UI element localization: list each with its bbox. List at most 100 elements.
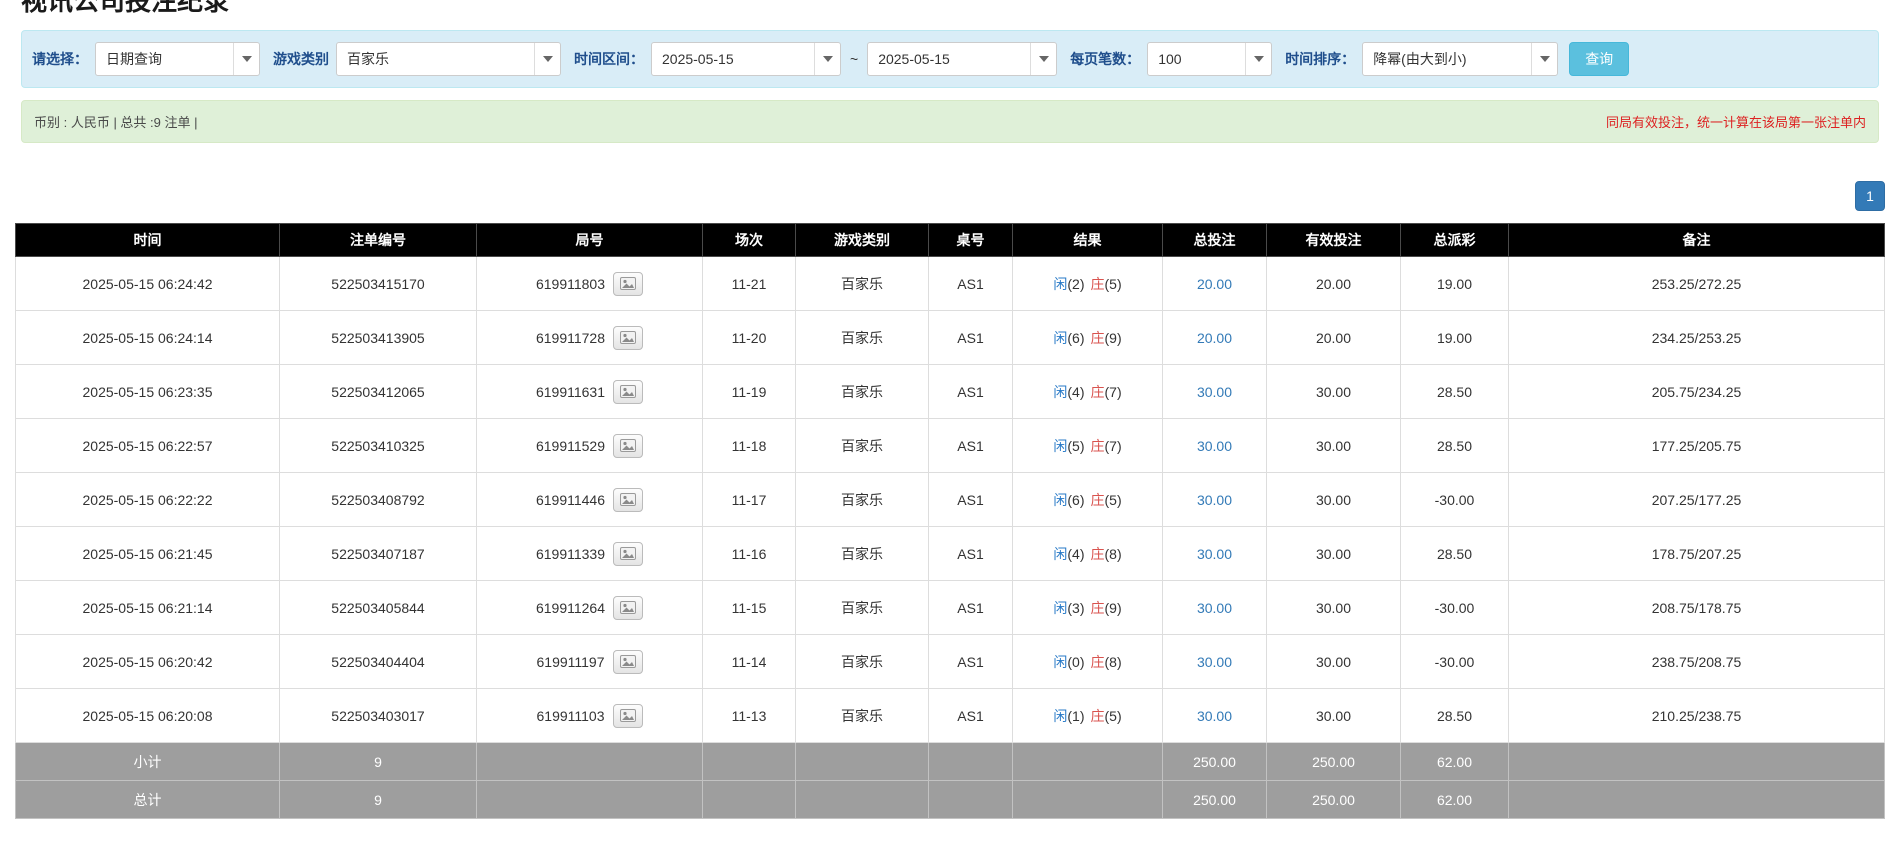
date-from-value: 2025-05-15 <box>662 51 734 67</box>
header-remark: 备注 <box>1509 224 1885 257</box>
date-from-select[interactable]: 2025-05-15 <box>651 42 841 76</box>
cell-round-id: 619911728 <box>477 311 703 365</box>
page-size-label: 每页笔数： <box>1070 49 1140 69</box>
cell-table-no: AS1 <box>929 527 1013 581</box>
cell-round-id: 619911103 <box>477 689 703 743</box>
result-player: 闲 <box>1053 546 1067 562</box>
cell-result: 闲(6)庄(5) <box>1013 473 1163 527</box>
cell-remark: 253.25/272.25 <box>1509 257 1885 311</box>
summary-bar: 币别 : 人民币 | 总共 :9 注单 | 同局有效投注，统一计算在该局第一张注… <box>21 100 1879 143</box>
query-type-select[interactable]: 日期查询 <box>95 42 260 76</box>
cell-bet-id: 522503413905 <box>280 311 477 365</box>
page-button-1[interactable]: 1 <box>1855 181 1885 211</box>
cell-round-id: 619911264 <box>477 581 703 635</box>
roadmap-icon-button[interactable] <box>613 434 643 458</box>
total-bet-link[interactable]: 30.00 <box>1197 654 1232 670</box>
total-bet-link[interactable]: 20.00 <box>1197 276 1232 292</box>
cell-payout: 28.50 <box>1401 365 1509 419</box>
total-bet-link[interactable]: 30.00 <box>1197 600 1232 616</box>
time-sort-value: 降幂(由大到小) <box>1373 49 1466 69</box>
total-bet-link[interactable]: 30.00 <box>1197 492 1232 508</box>
cell-session: 11-21 <box>703 257 796 311</box>
result-player: 闲 <box>1053 492 1067 508</box>
roadmap-icon-button[interactable] <box>613 542 643 566</box>
total-valid-bet: 250.00 <box>1267 781 1401 819</box>
cell-total-bet: 20.00 <box>1163 257 1267 311</box>
total-bet-link[interactable]: 30.00 <box>1197 384 1232 400</box>
roadmap-icon <box>620 547 636 560</box>
cell-time: 2025-05-15 06:22:22 <box>16 473 280 527</box>
cell-remark: 177.25/205.75 <box>1509 419 1885 473</box>
round-id-text: 619911103 <box>537 708 605 724</box>
header-session: 场次 <box>703 224 796 257</box>
records-table: 时间 注单编号 局号 场次 游戏类别 桌号 结果 总投注 有效投注 总派彩 备注… <box>15 223 1885 819</box>
cell-valid-bet: 30.00 <box>1267 473 1401 527</box>
cell-session: 11-14 <box>703 635 796 689</box>
result-player: 闲 <box>1053 708 1067 724</box>
cell-bet-id: 522503415170 <box>280 257 477 311</box>
roadmap-icon <box>620 493 636 506</box>
cell-result: 闲(4)庄(8) <box>1013 527 1163 581</box>
cell-bet-id: 522503408792 <box>280 473 477 527</box>
page-size-select[interactable]: 100 <box>1147 42 1272 76</box>
cell-game-type: 百家乐 <box>796 635 929 689</box>
summary-currency-count: 币别 : 人民币 | 总共 :9 注单 | <box>34 112 198 131</box>
roadmap-icon-button[interactable] <box>613 488 643 512</box>
time-sort-select[interactable]: 降幂(由大到小) <box>1362 42 1558 76</box>
roadmap-icon-button[interactable] <box>613 704 643 728</box>
roadmap-icon-button[interactable] <box>613 326 643 350</box>
round-id-text: 619911803 <box>536 276 605 292</box>
roadmap-icon-button[interactable] <box>613 272 643 296</box>
date-to-select[interactable]: 2025-05-15 <box>867 42 1057 76</box>
query-type-label: 请选择： <box>32 49 88 69</box>
cell-time: 2025-05-15 06:20:08 <box>16 689 280 743</box>
result-player: 闲 <box>1053 438 1067 454</box>
cell-result: 闲(1)庄(5) <box>1013 689 1163 743</box>
cell-game-type: 百家乐 <box>796 311 929 365</box>
cell-total-bet: 30.00 <box>1163 689 1267 743</box>
cell-round-id: 619911631 <box>477 365 703 419</box>
search-button[interactable]: 查询 <box>1569 42 1629 76</box>
cell-bet-id: 522503410325 <box>280 419 477 473</box>
date-to-value: 2025-05-15 <box>878 51 950 67</box>
subtotal-payout: 62.00 <box>1401 743 1509 781</box>
cell-total-bet: 30.00 <box>1163 365 1267 419</box>
cell-bet-id: 522503407187 <box>280 527 477 581</box>
table-row: 2025-05-15 06:23:35522503412065619911631… <box>16 365 1885 419</box>
cell-result: 闲(0)庄(8) <box>1013 635 1163 689</box>
roadmap-icon-button[interactable] <box>613 596 643 620</box>
table-body: 2025-05-15 06:24:42522503415170619911803… <box>16 257 1885 743</box>
total-total-bet: 250.00 <box>1163 781 1267 819</box>
total-bet-link[interactable]: 30.00 <box>1197 708 1232 724</box>
cell-remark: 234.25/253.25 <box>1509 311 1885 365</box>
table-row: 2025-05-15 06:20:42522503404404619911197… <box>16 635 1885 689</box>
result-banker: 庄 <box>1091 438 1105 454</box>
total-bet-link[interactable]: 20.00 <box>1197 330 1232 346</box>
summary-notice: 同局有效投注，统一计算在该局第一张注单内 <box>1606 112 1866 131</box>
cell-time: 2025-05-15 06:21:14 <box>16 581 280 635</box>
roadmap-icon-button[interactable] <box>613 380 643 404</box>
header-valid-bet: 有效投注 <box>1267 224 1401 257</box>
roadmap-icon-button[interactable] <box>613 650 643 674</box>
cell-table-no: AS1 <box>929 689 1013 743</box>
cell-game-type: 百家乐 <box>796 527 929 581</box>
game-type-value: 百家乐 <box>347 49 389 69</box>
total-bet-link[interactable]: 30.00 <box>1197 546 1232 562</box>
roadmap-icon <box>620 709 636 722</box>
subtotal-label: 小计 <box>16 743 280 781</box>
cell-game-type: 百家乐 <box>796 419 929 473</box>
header-time: 时间 <box>16 224 280 257</box>
cell-round-id: 619911197 <box>477 635 703 689</box>
game-type-select[interactable]: 百家乐 <box>336 42 561 76</box>
query-type-value: 日期查询 <box>106 49 162 69</box>
table-row: 2025-05-15 06:22:22522503408792619911446… <box>16 473 1885 527</box>
cell-total-bet: 30.00 <box>1163 635 1267 689</box>
total-bet-link[interactable]: 30.00 <box>1197 438 1232 454</box>
roadmap-icon <box>620 655 636 668</box>
chevron-down-icon <box>814 43 840 75</box>
result-player: 闲 <box>1053 276 1067 292</box>
round-id-text: 619911728 <box>536 330 605 346</box>
table-row: 2025-05-15 06:21:14522503405844619911264… <box>16 581 1885 635</box>
range-separator: ~ <box>850 51 858 67</box>
cell-session: 11-15 <box>703 581 796 635</box>
